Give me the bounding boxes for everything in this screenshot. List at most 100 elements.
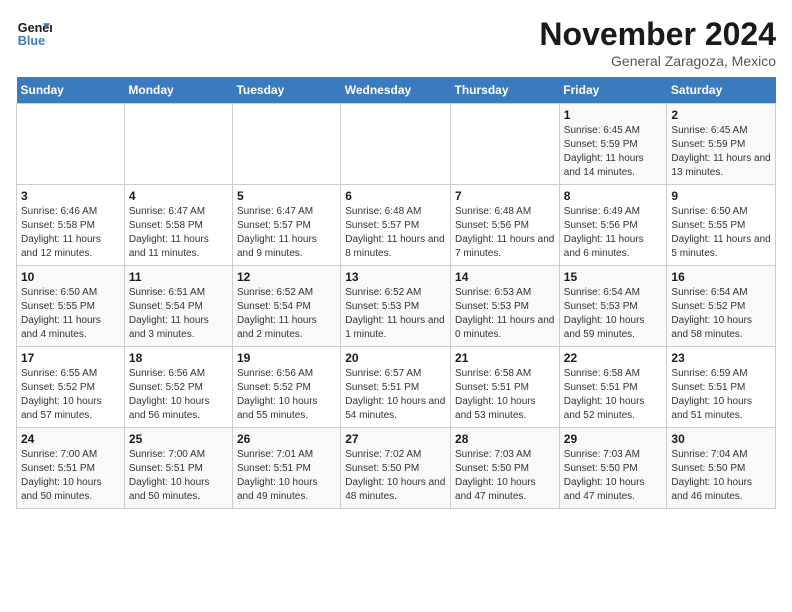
week-row-4: 17Sunrise: 6:55 AMSunset: 5:52 PMDayligh… xyxy=(17,347,776,428)
day-info: Sunrise: 6:53 AMSunset: 5:53 PMDaylight:… xyxy=(455,286,555,342)
calendar-cell: 19 Sunrise: 6:56 AMSunset: 5:52 PMDayligh… xyxy=(232,347,340,428)
logo-icon: General Blue xyxy=(16,16,52,52)
day-info: Sunrise: 6:51 AMSunset: 5:54 PMDaylight:… xyxy=(129,286,228,342)
day-number: 7 xyxy=(455,189,555,203)
day-info: Sunrise: 6:46 AMSunset: 5:58 PMDaylight:… xyxy=(21,205,120,261)
day-info: Sunrise: 6:50 AMSunset: 5:55 PMDaylight:… xyxy=(21,286,120,342)
calendar-cell: 27 Sunrise: 7:02 AMSunset: 5:50 PMDayligh… xyxy=(341,428,451,509)
day-number: 11 xyxy=(129,270,228,284)
day-info: Sunrise: 6:58 AMSunset: 5:51 PMDaylight:… xyxy=(455,367,555,423)
calendar-cell: 15Sunrise: 6:54 AMSunset: 5:53 PMDayligh… xyxy=(559,266,667,347)
calendar-cell: 6 Sunrise: 6:48 AMSunset: 5:57 PMDaylight… xyxy=(341,185,451,266)
calendar-table: SundayMondayTuesdayWednesdayThursdayFrid… xyxy=(16,77,776,509)
week-row-5: 24 Sunrise: 7:00 AMSunset: 5:51 PMDayligh… xyxy=(17,428,776,509)
calendar-cell: 23 Sunrise: 6:59 AMSunset: 5:51 PMDayligh… xyxy=(667,347,776,428)
calendar-cell: 24 Sunrise: 7:00 AMSunset: 5:51 PMDayligh… xyxy=(17,428,125,509)
day-number: 27 xyxy=(345,432,446,446)
day-number: 21 xyxy=(455,351,555,365)
day-info: Sunrise: 6:54 AMSunset: 5:52 PMDaylight:… xyxy=(671,286,771,342)
day-info: Sunrise: 6:57 AMSunset: 5:51 PMDaylight:… xyxy=(345,367,446,423)
weekday-header-sunday: Sunday xyxy=(17,77,125,104)
logo: General Blue xyxy=(16,16,52,52)
weekday-header-thursday: Thursday xyxy=(451,77,560,104)
calendar-cell: 11 Sunrise: 6:51 AMSunset: 5:54 PMDayligh… xyxy=(124,266,232,347)
day-number: 6 xyxy=(345,189,446,203)
day-info: Sunrise: 6:54 AMSunset: 5:53 PMDaylight:… xyxy=(564,286,663,342)
month-title: November 2024 xyxy=(539,16,776,53)
calendar-cell: 7 Sunrise: 6:48 AMSunset: 5:56 PMDaylight… xyxy=(451,185,560,266)
weekday-header-wednesday: Wednesday xyxy=(341,77,451,104)
day-info: Sunrise: 6:55 AMSunset: 5:52 PMDaylight:… xyxy=(21,367,120,423)
calendar-cell: 1 Sunrise: 6:45 AMSunset: 5:59 PMDaylight… xyxy=(559,104,667,185)
day-info: Sunrise: 6:50 AMSunset: 5:55 PMDaylight:… xyxy=(671,205,771,261)
day-info: Sunrise: 6:49 AMSunset: 5:56 PMDaylight:… xyxy=(564,205,663,261)
week-row-2: 3 Sunrise: 6:46 AMSunset: 5:58 PMDaylight… xyxy=(17,185,776,266)
calendar-cell: 26Sunrise: 7:01 AMSunset: 5:51 PMDayligh… xyxy=(232,428,340,509)
day-number: 23 xyxy=(671,351,771,365)
day-info: Sunrise: 7:00 AMSunset: 5:51 PMDaylight:… xyxy=(21,448,120,504)
day-info: Sunrise: 7:02 AMSunset: 5:50 PMDaylight:… xyxy=(345,448,446,504)
day-info: Sunrise: 7:03 AMSunset: 5:50 PMDaylight:… xyxy=(455,448,555,504)
day-number: 1 xyxy=(564,108,663,122)
day-info: Sunrise: 6:48 AMSunset: 5:56 PMDaylight:… xyxy=(455,205,555,261)
day-number: 8 xyxy=(564,189,663,203)
day-number: 16 xyxy=(671,270,771,284)
day-number: 14 xyxy=(455,270,555,284)
day-number: 5 xyxy=(237,189,336,203)
calendar-cell xyxy=(124,104,232,185)
day-number: 18 xyxy=(129,351,228,365)
calendar-cell: 20 Sunrise: 6:57 AMSunset: 5:51 PMDayligh… xyxy=(341,347,451,428)
day-number: 9 xyxy=(671,189,771,203)
calendar-cell: 28 Sunrise: 7:03 AMSunset: 5:50 PMDayligh… xyxy=(451,428,560,509)
svg-text:Blue: Blue xyxy=(18,34,45,48)
week-row-3: 10Sunrise: 6:50 AMSunset: 5:55 PMDayligh… xyxy=(17,266,776,347)
calendar-cell: 12 Sunrise: 6:52 AMSunset: 5:54 PMDayligh… xyxy=(232,266,340,347)
weekday-header-friday: Friday xyxy=(559,77,667,104)
day-info: Sunrise: 6:52 AMSunset: 5:53 PMDaylight:… xyxy=(345,286,446,342)
calendar-cell xyxy=(17,104,125,185)
day-number: 24 xyxy=(21,432,120,446)
day-info: Sunrise: 6:45 AMSunset: 5:59 PMDaylight:… xyxy=(671,124,771,180)
day-number: 25 xyxy=(129,432,228,446)
weekday-header-row: SundayMondayTuesdayWednesdayThursdayFrid… xyxy=(17,77,776,104)
calendar-cell xyxy=(232,104,340,185)
day-info: Sunrise: 6:58 AMSunset: 5:51 PMDaylight:… xyxy=(564,367,663,423)
calendar-cell: 2 Sunrise: 6:45 AMSunset: 5:59 PMDaylight… xyxy=(667,104,776,185)
day-info: Sunrise: 6:59 AMSunset: 5:51 PMDaylight:… xyxy=(671,367,771,423)
day-number: 29 xyxy=(564,432,663,446)
title-area: November 2024 General Zaragoza, Mexico xyxy=(539,16,776,69)
day-info: Sunrise: 6:48 AMSunset: 5:57 PMDaylight:… xyxy=(345,205,446,261)
weekday-header-tuesday: Tuesday xyxy=(232,77,340,104)
day-info: Sunrise: 6:45 AMSunset: 5:59 PMDaylight:… xyxy=(564,124,663,180)
calendar-cell: 18 Sunrise: 6:56 AMSunset: 5:52 PMDayligh… xyxy=(124,347,232,428)
calendar-cell: 21 Sunrise: 6:58 AMSunset: 5:51 PMDayligh… xyxy=(451,347,560,428)
day-number: 30 xyxy=(671,432,771,446)
calendar-cell: 13 Sunrise: 6:52 AMSunset: 5:53 PMDayligh… xyxy=(341,266,451,347)
day-number: 19 xyxy=(237,351,336,365)
calendar-cell: 14 Sunrise: 6:53 AMSunset: 5:53 PMDayligh… xyxy=(451,266,560,347)
calendar-cell: 5 Sunrise: 6:47 AMSunset: 5:57 PMDaylight… xyxy=(232,185,340,266)
calendar-cell: 9 Sunrise: 6:50 AMSunset: 5:55 PMDaylight… xyxy=(667,185,776,266)
day-number: 22 xyxy=(564,351,663,365)
day-info: Sunrise: 6:56 AMSunset: 5:52 PMDaylight:… xyxy=(129,367,228,423)
calendar-cell: 22 Sunrise: 6:58 AMSunset: 5:51 PMDayligh… xyxy=(559,347,667,428)
calendar-cell: 4Sunrise: 6:47 AMSunset: 5:58 PMDaylight… xyxy=(124,185,232,266)
calendar-cell: 29 Sunrise: 7:03 AMSunset: 5:50 PMDayligh… xyxy=(559,428,667,509)
day-number: 12 xyxy=(237,270,336,284)
calendar-cell xyxy=(451,104,560,185)
week-row-1: 1 Sunrise: 6:45 AMSunset: 5:59 PMDaylight… xyxy=(17,104,776,185)
day-number: 13 xyxy=(345,270,446,284)
weekday-header-monday: Monday xyxy=(124,77,232,104)
day-number: 28 xyxy=(455,432,555,446)
day-info: Sunrise: 7:00 AMSunset: 5:51 PMDaylight:… xyxy=(129,448,228,504)
day-info: Sunrise: 6:52 AMSunset: 5:54 PMDaylight:… xyxy=(237,286,336,342)
day-number: 3 xyxy=(21,189,120,203)
day-number: 20 xyxy=(345,351,446,365)
day-info: Sunrise: 6:47 AMSunset: 5:57 PMDaylight:… xyxy=(237,205,336,261)
day-info: Sunrise: 7:03 AMSunset: 5:50 PMDaylight:… xyxy=(564,448,663,504)
weekday-header-saturday: Saturday xyxy=(667,77,776,104)
calendar-cell: 16 Sunrise: 6:54 AMSunset: 5:52 PMDayligh… xyxy=(667,266,776,347)
day-info: Sunrise: 6:56 AMSunset: 5:52 PMDaylight:… xyxy=(237,367,336,423)
day-number: 2 xyxy=(671,108,771,122)
location-subtitle: General Zaragoza, Mexico xyxy=(539,53,776,69)
